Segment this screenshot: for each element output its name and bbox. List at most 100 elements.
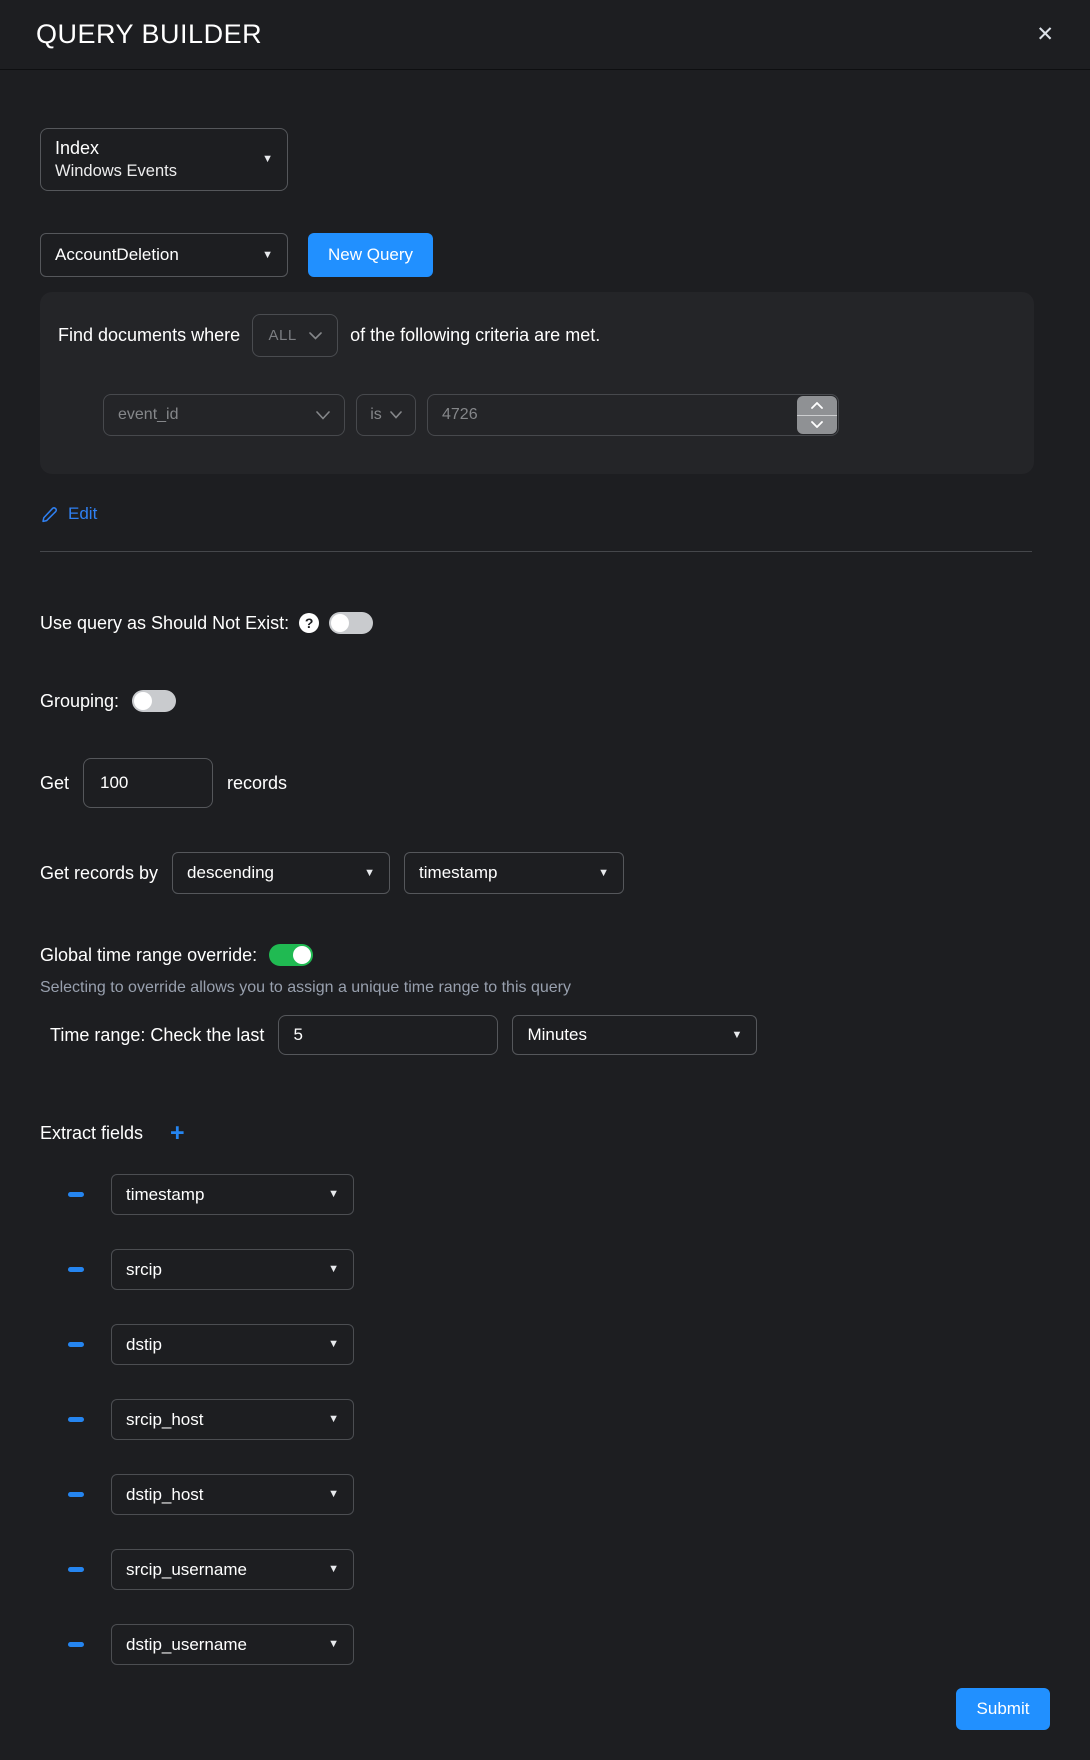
extract-fields-list: timestamp ▼ srcip ▼ dstip ▼: [68, 1174, 354, 1665]
caret-down-icon: ▼: [328, 1639, 339, 1650]
submit-row: Submit: [956, 1688, 1050, 1730]
should-not-exist-row: Use query as Should Not Exist: ?: [40, 612, 373, 634]
remove-field-icon[interactable]: [68, 1567, 84, 1572]
match-type-value: ALL: [268, 327, 296, 344]
chevron-down-icon: [811, 421, 823, 428]
remove-field-icon[interactable]: [68, 1267, 84, 1272]
field-value: srcip_username: [126, 1560, 247, 1580]
time-override-toggle[interactable]: [269, 944, 313, 966]
caret-down-icon: ▼: [328, 1489, 339, 1500]
remove-field-icon[interactable]: [68, 1492, 84, 1497]
submit-button[interactable]: Submit: [956, 1688, 1050, 1730]
help-icon[interactable]: ?: [299, 613, 319, 633]
toggle-knob: [331, 614, 349, 632]
remove-field-icon[interactable]: [68, 1642, 84, 1647]
criteria-suffix: of the following criteria are met.: [350, 325, 600, 346]
caret-down-icon: ▼: [598, 868, 609, 879]
chevron-down-icon: [390, 411, 402, 419]
toggle-knob: [134, 692, 152, 710]
sort-field-select[interactable]: timestamp ▼: [404, 852, 624, 894]
time-range-input[interactable]: [278, 1015, 498, 1055]
time-override-row: Global time range override:: [40, 944, 313, 966]
caret-down-icon: ▼: [328, 1189, 339, 1200]
modal-content: Index Windows Events ▼ AccountDeletion ▼…: [0, 70, 1090, 1760]
time-range-row: Time range: Check the last Minutes ▼: [50, 1015, 757, 1055]
field-row: dstip ▼: [68, 1324, 354, 1365]
criteria-operator-select[interactable]: is: [356, 394, 416, 436]
caret-down-icon: ▼: [328, 1264, 339, 1275]
time-unit-value: Minutes: [527, 1025, 587, 1045]
criteria-field-select[interactable]: event_id: [103, 394, 345, 436]
time-override-label: Global time range override:: [40, 945, 257, 966]
field-select[interactable]: srcip_username ▼: [111, 1549, 354, 1590]
criteria-sentence: Find documents where ALL of the followin…: [58, 314, 1004, 357]
edit-link-label: Edit: [68, 504, 97, 524]
index-select-value: Windows Events: [55, 162, 177, 181]
sort-field-value: timestamp: [419, 863, 497, 883]
saved-query-value: AccountDeletion: [55, 245, 179, 265]
remove-field-icon[interactable]: [68, 1342, 84, 1347]
field-select[interactable]: srcip_host ▼: [111, 1399, 354, 1440]
should-not-exist-toggle[interactable]: [329, 612, 373, 634]
toggle-knob: [293, 946, 311, 964]
extract-fields-label: Extract fields: [40, 1123, 143, 1144]
grouping-row: Grouping:: [40, 690, 176, 712]
field-row: srcip_host ▼: [68, 1399, 354, 1440]
index-select[interactable]: Index Windows Events ▼: [40, 128, 288, 191]
records-by-row: Get records by descending ▼ timestamp ▼: [40, 852, 624, 894]
time-range-label: Time range: Check the last: [50, 1025, 264, 1046]
field-row: timestamp ▼: [68, 1174, 354, 1215]
record-count-input[interactable]: [83, 758, 213, 808]
field-value: srcip: [126, 1260, 162, 1280]
remove-field-icon[interactable]: [68, 1192, 84, 1197]
sort-order-select[interactable]: descending ▼: [172, 852, 390, 894]
field-row: srcip_username ▼: [68, 1549, 354, 1590]
caret-down-icon: ▼: [328, 1564, 339, 1575]
grouping-toggle[interactable]: [132, 690, 176, 712]
criteria-value-input[interactable]: [427, 394, 839, 436]
caret-down-icon: ▼: [328, 1414, 339, 1425]
saved-query-select[interactable]: AccountDeletion ▼: [40, 233, 288, 277]
field-select[interactable]: dstip ▼: [111, 1324, 354, 1365]
pencil-icon: [40, 505, 59, 524]
field-value: srcip_host: [126, 1410, 203, 1430]
chevron-down-icon: [309, 332, 322, 340]
add-field-icon[interactable]: +: [170, 1121, 185, 1146]
criteria-row: event_id is: [103, 394, 1004, 436]
query-builder-modal: QUERY BUILDER ✕ Index Windows Events ▼ A…: [0, 0, 1090, 1760]
extract-fields-header: Extract fields +: [40, 1121, 185, 1146]
criteria-prefix: Find documents where: [58, 325, 240, 346]
match-type-select[interactable]: ALL: [252, 314, 338, 357]
caret-down-icon: ▼: [262, 250, 273, 261]
should-not-exist-label: Use query as Should Not Exist:: [40, 613, 289, 634]
close-icon[interactable]: ✕: [1036, 24, 1054, 45]
record-count-suffix: records: [227, 773, 287, 794]
page-title: QUERY BUILDER: [36, 19, 262, 50]
time-override-description: Selecting to override allows you to assi…: [40, 979, 571, 997]
modal-header: QUERY BUILDER ✕: [0, 0, 1090, 70]
field-select[interactable]: dstip_username ▼: [111, 1624, 354, 1665]
new-query-button[interactable]: New Query: [308, 233, 433, 277]
field-select[interactable]: srcip ▼: [111, 1249, 354, 1290]
section-divider: [40, 551, 1032, 552]
field-row: srcip ▼: [68, 1249, 354, 1290]
saved-query-row: AccountDeletion ▼ New Query: [40, 233, 433, 277]
number-spinner: [797, 396, 837, 434]
field-value: dstip_username: [126, 1635, 247, 1655]
records-by-label: Get records by: [40, 863, 158, 884]
spinner-up-button[interactable]: [797, 396, 837, 416]
field-select[interactable]: dstip_host ▼: [111, 1474, 354, 1515]
caret-down-icon: ▼: [328, 1339, 339, 1350]
spinner-down-button[interactable]: [797, 416, 837, 435]
criteria-field-value: event_id: [118, 406, 179, 424]
remove-field-icon[interactable]: [68, 1417, 84, 1422]
record-count-prefix: Get: [40, 773, 69, 794]
sort-order-value: descending: [187, 863, 274, 883]
time-unit-select[interactable]: Minutes ▼: [512, 1015, 757, 1055]
field-value: dstip: [126, 1335, 162, 1355]
field-select[interactable]: timestamp ▼: [111, 1174, 354, 1215]
criteria-card: Find documents where ALL of the followin…: [40, 292, 1034, 474]
edit-link[interactable]: Edit: [40, 504, 97, 524]
chevron-up-icon: [811, 402, 823, 409]
field-row: dstip_username ▼: [68, 1624, 354, 1665]
